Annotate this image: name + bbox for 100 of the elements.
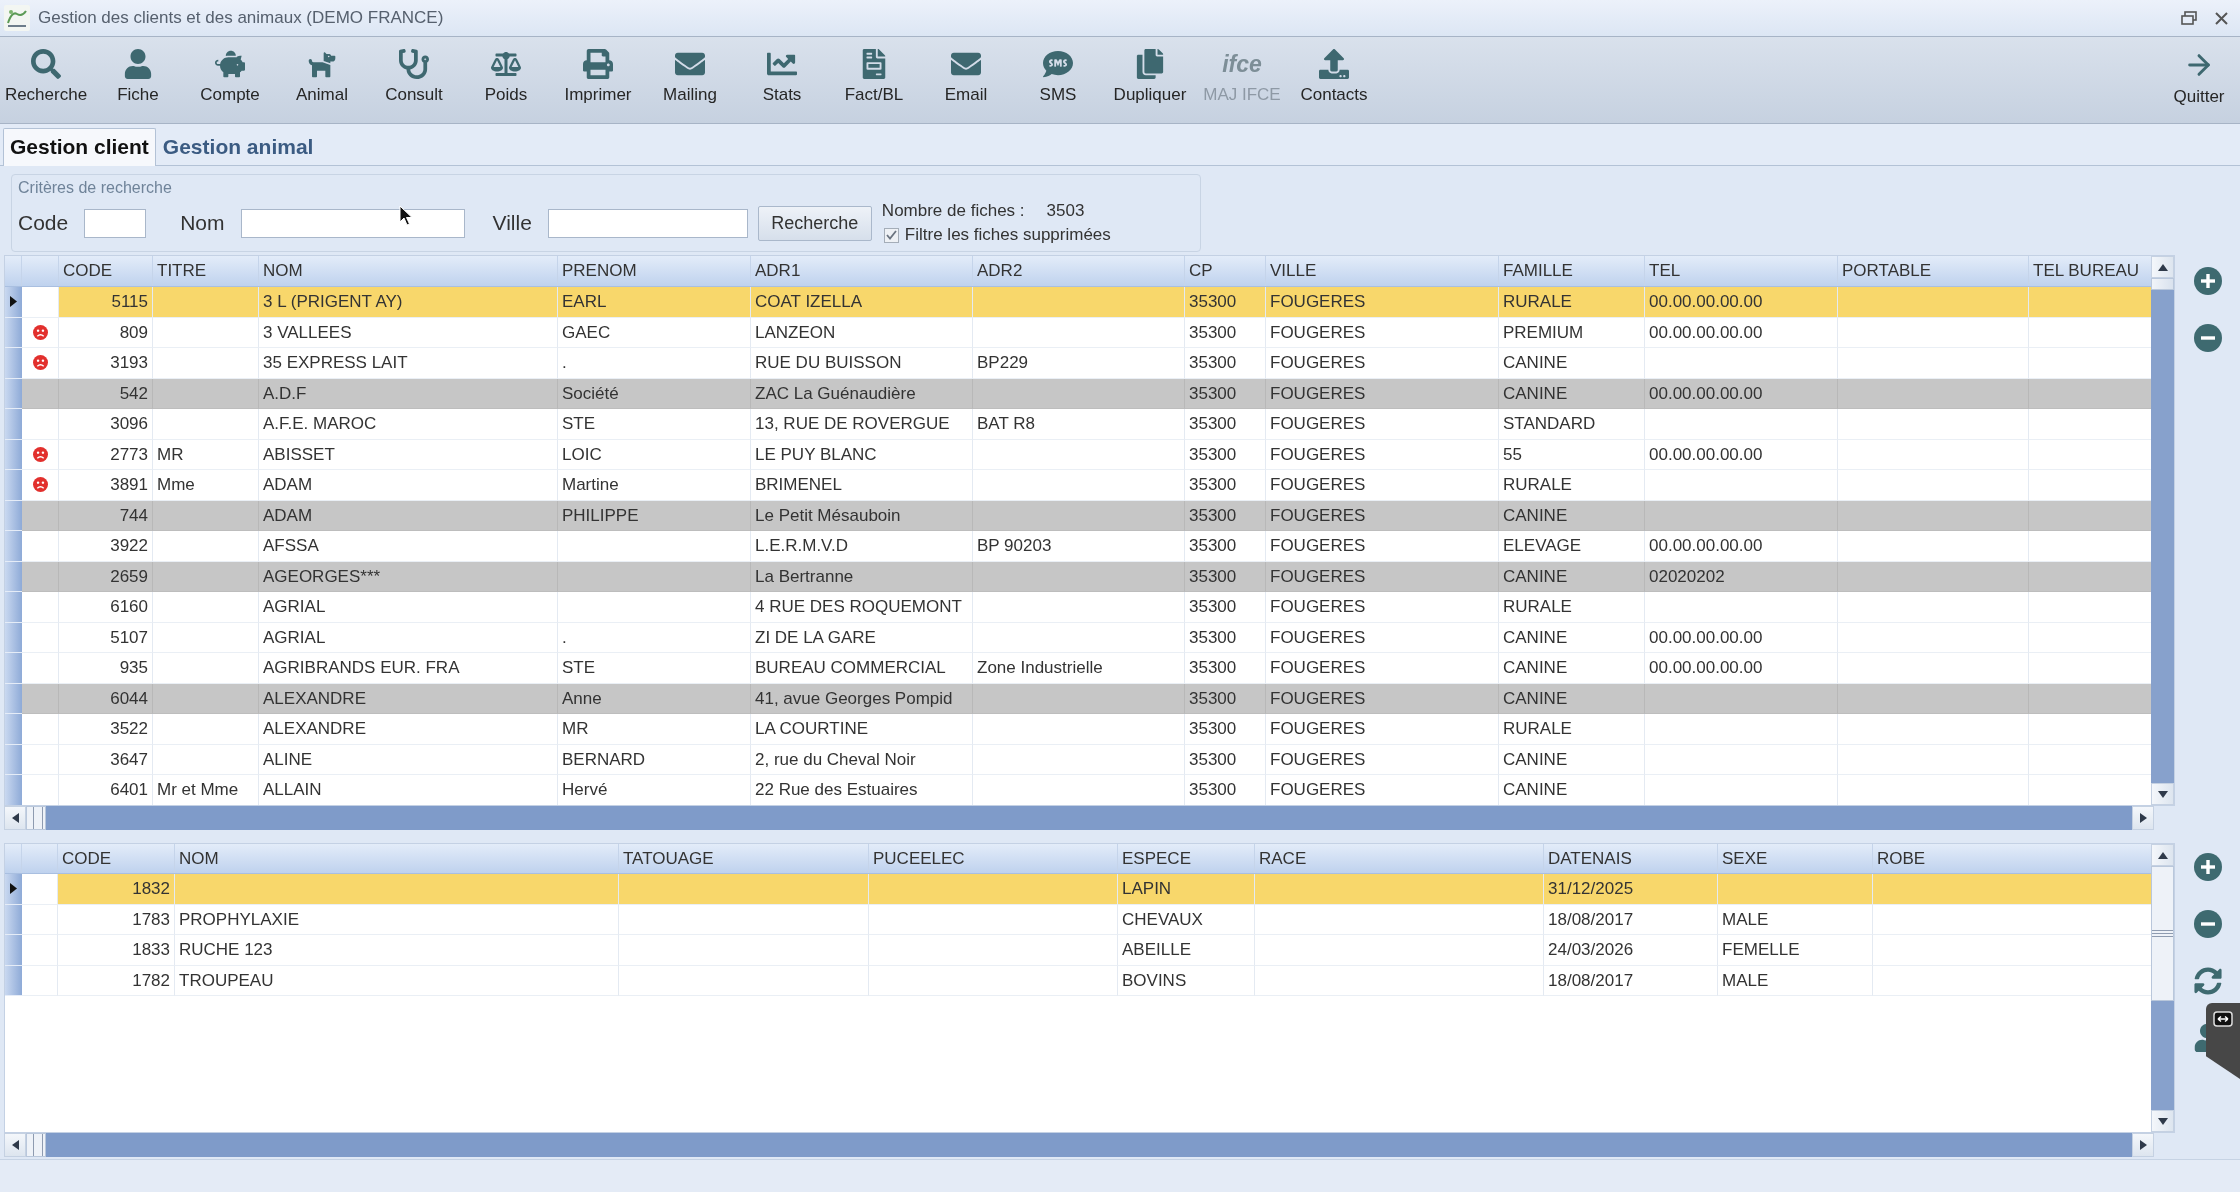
table-cell: AGRIAL [259, 592, 558, 623]
tab[interactable]: Gestion animal [155, 128, 321, 166]
table-cell: 35 EXPRESS LAIT [259, 348, 558, 379]
column-header[interactable]: ADR1 [751, 256, 973, 286]
table-row[interactable]: 3096 A.F.E. MAROC STE 13, RUE DE ROVERGUE BAT R8 35300 FOUGERES STANDARD [5, 409, 2151, 440]
minus-circle-icon[interactable] [2193, 324, 2222, 352]
toolbar-button[interactable]: Compte [184, 37, 276, 123]
table-row[interactable]: 935 AGRIBRANDS EUR. FRA STE BUREAU COMMERCIAL Zone Industrielle 35300 FOUGERES CANINE 00.00.00.00.00 [5, 653, 2151, 684]
up-arrow-icon[interactable] [2157, 851, 2168, 859]
toolbar-button[interactable]: Fiche [92, 37, 184, 123]
side-tab[interactable] [2206, 1003, 2240, 1079]
toolbar-button[interactable]: Fact/BL [828, 37, 920, 123]
table-cell: FOUGERES [1266, 470, 1499, 501]
table-cell: BRIMENEL [751, 470, 973, 501]
vertical-scrollbar[interactable] [2151, 844, 2174, 1132]
table-row[interactable]: 809 3 VALLEES GAEC LANZEON 35300 FOUGERES PREMIUM 00.00.00.00.00 [5, 317, 2151, 348]
table-cell: 35300 [1185, 470, 1266, 501]
table-cell: 00.00.00.00.00 [1645, 531, 1838, 562]
toolbar-button[interactable]: Mailing [644, 37, 736, 123]
toolbar-button[interactable]: Imprimer [552, 37, 644, 123]
scrollbar-thumb[interactable] [26, 1133, 46, 1157]
row-selector[interactable] [5, 287, 22, 318]
toolbar-button[interactable]: Recherche [0, 37, 92, 123]
toolbar-button[interactable]: Consult [368, 37, 460, 123]
checkbox[interactable] [883, 227, 899, 243]
column-header[interactable]: SEXE [1718, 844, 1873, 873]
toolbar-button[interactable]: Email [920, 37, 1012, 123]
scrollbar-thumb[interactable] [2151, 278, 2174, 290]
scrollbar-thumb[interactable] [26, 806, 46, 830]
table-cell: 6401 [59, 775, 153, 805]
table-row[interactable]: 1782 TROUPEAU BOVINS 18/08/2017 MALE [5, 965, 2151, 996]
left-arrow-icon[interactable] [11, 813, 19, 823]
table-row[interactable]: 6044 ALEXANDRE Anne 41, avue Georges Pompid 35300 FOUGERES CANINE [5, 683, 2151, 714]
column-header[interactable]: DATENAIS [1544, 844, 1718, 873]
right-arrow-icon[interactable] [2139, 1140, 2147, 1150]
table-row[interactable]: 744 ADAM PHILIPPE Le Petit Mésauboin 35300 FOUGERES CANINE [5, 500, 2151, 531]
column-header[interactable]: ADR2 [973, 256, 1185, 286]
column-header[interactable]: PRENOM [558, 256, 751, 286]
table-row[interactable]: 3193 35 EXPRESS LAIT . RUE DU BUISSON BP229 35300 FOUGERES CANINE [5, 348, 2151, 379]
restore-icon[interactable] [2181, 11, 2197, 25]
input-field[interactable] [547, 208, 748, 238]
table-row[interactable]: 3922 AFSSA L.E.R.M.V.D BP 90203 35300 FOUGERES ELEVAGE 00.00.00.00.00 [5, 531, 2151, 562]
column-header[interactable]: TEL [1645, 256, 1838, 286]
plus-circle-icon[interactable] [2193, 853, 2222, 881]
toolbar-button[interactable]: Animal [276, 37, 368, 123]
table-row[interactable]: 3522 ALEXANDRE MR LA COURTINE 35300 FOUGERES RURALE [5, 714, 2151, 745]
column-header[interactable]: CODE [59, 256, 153, 286]
toolbar-button[interactable]: Contacts [1288, 37, 1380, 123]
input-field[interactable] [84, 208, 147, 238]
table-row[interactable]: 1832 LAPIN 31/12/2025 [5, 874, 2151, 905]
row-selector[interactable] [5, 874, 22, 905]
close-icon[interactable] [2215, 11, 2228, 25]
column-header[interactable]: PUCEELEC [869, 844, 1118, 873]
table-row[interactable]: 2659 AGEORGES*** La Bertranne 35300 FOUGERES CANINE 02020202 [5, 561, 2151, 592]
scrollbar-thumb[interactable] [2151, 866, 2174, 1001]
column-header[interactable]: TITRE [153, 256, 259, 286]
left-arrow-icon[interactable] [11, 1140, 19, 1150]
copy-icon [1135, 49, 1165, 79]
toolbar-button[interactable]: Dupliquer [1104, 37, 1196, 123]
toolbar-button[interactable]: SMS [1012, 37, 1104, 123]
table-cell: LAPIN [1118, 874, 1255, 905]
quit-button[interactable]: Quitter [2158, 37, 2240, 123]
column-header[interactable]: ESPECE [1118, 844, 1255, 873]
vertical-scrollbar[interactable] [2151, 256, 2174, 805]
input-field[interactable] [240, 208, 465, 238]
refresh-icon[interactable] [2193, 967, 2222, 995]
up-arrow-icon[interactable] [2157, 263, 2168, 271]
logo-text: ifce [1222, 50, 1262, 79]
horizontal-scrollbar[interactable] [4, 806, 2154, 830]
down-arrow-icon[interactable] [2157, 790, 2168, 798]
minus-circle-icon[interactable] [2193, 910, 2222, 938]
horizontal-scrollbar[interactable] [4, 1133, 2154, 1157]
table-row[interactable]: 542 A.D.F Société ZAC La Guénaudière 35300 FOUGERES CANINE 00.00.00.00.00 [5, 378, 2151, 409]
column-header[interactable]: PORTABLE [1838, 256, 2029, 286]
table-cell: MALE [1718, 965, 1873, 996]
column-header[interactable]: TATOUAGE [619, 844, 869, 873]
column-header[interactable]: NOM [175, 844, 619, 873]
search-button[interactable]: Recherche [757, 205, 872, 241]
plus-circle-icon[interactable] [2193, 267, 2222, 295]
table-row[interactable]: 3647 ALINE BERNARD 2, rue du Cheval Noir 35300 FOUGERES CANINE [5, 744, 2151, 775]
column-header[interactable]: RACE [1255, 844, 1544, 873]
table-row[interactable]: 2773 MR ABISSET LOIC LE PUY BLANC 35300 FOUGERES 55 00.00.00.00.00 [5, 439, 2151, 470]
right-arrow-icon[interactable] [2139, 813, 2147, 823]
table-row[interactable]: 1833 RUCHE 123 ABEILLE 24/03/2026 FEMELLE [5, 935, 2151, 966]
table-row[interactable]: 6160 AGRIAL 4 RUE DES ROQUEMONT 35300 FOUGERES RURALE [5, 592, 2151, 623]
column-header[interactable]: NOM [259, 256, 558, 286]
down-arrow-icon[interactable] [2157, 1117, 2168, 1125]
column-header[interactable]: VILLE [1266, 256, 1499, 286]
column-header[interactable]: CODE [58, 844, 175, 873]
table-row[interactable]: 3891 Mme ADAM Martine BRIMENEL 35300 FOUGERES RURALE [5, 470, 2151, 501]
column-header[interactable]: CP [1185, 256, 1266, 286]
table-cell: 5115 [59, 287, 153, 318]
table-row[interactable]: 5115 3 L (PRIGENT AY) EARL COAT IZELLA 35300 FOUGERES RURALE 00.00.00.00.00 [5, 287, 2151, 318]
person-icon[interactable] [2193, 1024, 2206, 1052]
table-row[interactable]: 1783 PROPHYLAXIE CHEVAUX 18/08/2017 MALE [5, 904, 2151, 935]
toolbar-button[interactable]: Poids [460, 37, 552, 123]
toolbar-button[interactable]: Stats [736, 37, 828, 123]
tab[interactable]: Gestion client [3, 128, 156, 166]
column-header[interactable]: FAMILLE [1499, 256, 1645, 286]
table-row[interactable]: 5107 AGRIAL . ZI DE LA GARE 35300 FOUGERES CANINE 00.00.00.00.00 [5, 622, 2151, 653]
